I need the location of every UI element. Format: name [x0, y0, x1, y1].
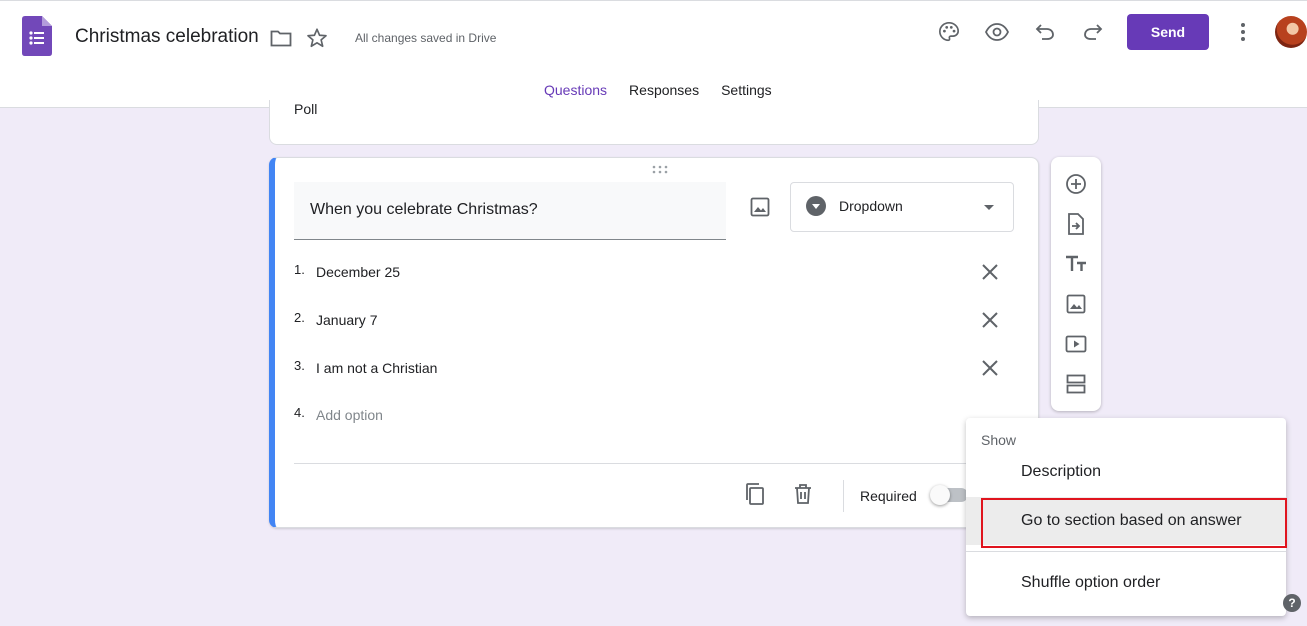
previous-card-text: Poll — [294, 101, 318, 117]
footer-separator — [843, 480, 844, 512]
avatar[interactable] — [1275, 16, 1307, 48]
redo-icon[interactable] — [1081, 20, 1105, 44]
trash-icon[interactable] — [791, 482, 815, 506]
option-text[interactable]: January 7 — [316, 312, 377, 328]
option-number: 1. — [294, 262, 305, 277]
side-toolbar — [1051, 157, 1101, 411]
question-title-input[interactable]: When you celebrate Christmas? — [294, 182, 726, 240]
question-card[interactable]: When you celebrate Christmas? Dropdown 1… — [269, 157, 1039, 528]
option-text[interactable]: I am not a Christian — [316, 360, 437, 376]
add-option-link[interactable]: Add option — [316, 407, 383, 423]
card-footer-divider — [294, 463, 1014, 464]
add-title-icon[interactable] — [1064, 252, 1088, 276]
dropdown-type-icon — [806, 196, 826, 216]
app-header: Christmas celebration All changes saved … — [0, 0, 1307, 109]
option-number: 2. — [294, 310, 305, 325]
question-type-label: Dropdown — [839, 198, 903, 214]
option-text[interactable]: December 25 — [316, 264, 400, 280]
drag-handle-icon[interactable] — [652, 165, 668, 175]
send-button[interactable]: Send — [1127, 14, 1209, 50]
option-number: 3. — [294, 358, 305, 373]
menu-divider — [966, 551, 1286, 552]
add-option-row[interactable]: 4. Add option — [294, 405, 1006, 435]
option-row[interactable]: 2. January 7 — [294, 310, 1006, 340]
palette-icon[interactable] — [937, 20, 961, 44]
menu-item-description[interactable]: Description — [966, 448, 1286, 496]
required-label: Required — [860, 488, 917, 504]
toggle-knob — [930, 485, 950, 505]
previous-question-card[interactable]: Poll — [269, 100, 1039, 145]
menu-item-shuffle-options[interactable]: Shuffle option order — [966, 559, 1286, 607]
add-image-icon[interactable] — [748, 195, 772, 219]
required-toggle[interactable] — [930, 485, 968, 505]
document-title[interactable]: Christmas celebration — [75, 26, 259, 48]
import-questions-icon[interactable] — [1064, 212, 1088, 236]
forms-logo-icon[interactable] — [22, 16, 52, 56]
preview-eye-icon[interactable] — [985, 20, 1009, 44]
add-question-icon[interactable] — [1064, 172, 1088, 196]
close-icon[interactable] — [980, 358, 1000, 378]
option-number: 4. — [294, 405, 305, 420]
folder-icon[interactable] — [269, 26, 293, 50]
menu-heading: Show — [981, 432, 1017, 448]
more-vert-icon[interactable] — [1231, 20, 1255, 44]
save-status: All changes saved in Drive — [355, 31, 497, 45]
add-video-icon[interactable] — [1064, 332, 1088, 356]
add-section-icon[interactable] — [1064, 372, 1088, 396]
undo-icon[interactable] — [1033, 20, 1057, 44]
annotation-highlight-box — [981, 498, 1287, 548]
close-icon[interactable] — [980, 310, 1000, 330]
question-type-dropdown[interactable]: Dropdown — [790, 182, 1014, 232]
add-image-icon[interactable] — [1064, 292, 1088, 316]
help-icon[interactable]: ? — [1283, 594, 1301, 612]
star-icon[interactable] — [305, 26, 329, 50]
close-icon[interactable] — [980, 262, 1000, 282]
option-row[interactable]: 3. I am not a Christian — [294, 358, 1006, 388]
option-row[interactable]: 1. December 25 — [294, 262, 1006, 292]
chevron-down-icon — [984, 205, 994, 210]
copy-icon[interactable] — [743, 482, 767, 506]
